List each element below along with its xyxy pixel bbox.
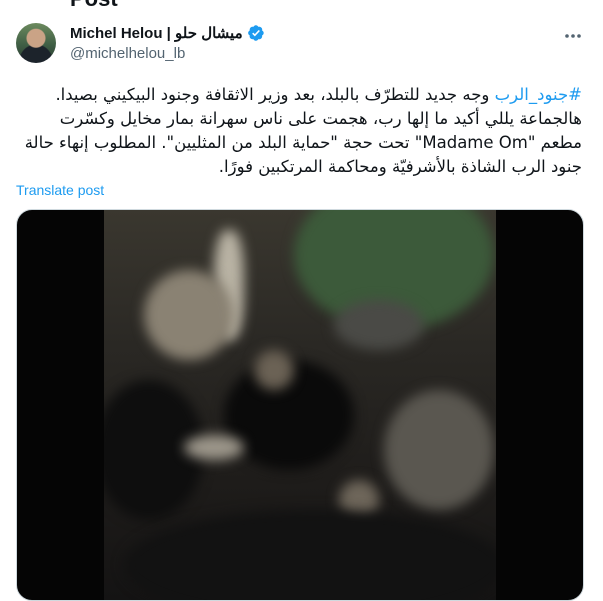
video-player[interactable]: [16, 209, 584, 601]
tweet-line-1: #جنود_الرب وجه جديد للتطرّف بالبلد، بعد …: [16, 83, 582, 107]
page-title: Post: [70, 0, 118, 12]
page-header: Post: [0, 0, 603, 12]
author-block: Michel Helou | ميشال حلو @michelhelou_lb: [70, 23, 265, 62]
tweet-text: #جنود_الرب وجه جديد للتطرّف بالبلد، بعد …: [16, 83, 582, 179]
author-name[interactable]: Michel Helou | ميشال حلو: [70, 24, 243, 42]
translate-post-link[interactable]: Translate post: [16, 182, 104, 198]
verified-badge-icon: [247, 25, 264, 41]
hashtag-link[interactable]: #جنود_الرب: [495, 85, 582, 104]
tweet-text-part2: هالجماعة يللي أكيد ما إلها رب، هجمت على …: [24, 109, 582, 176]
avatar[interactable]: [16, 23, 56, 63]
tweet-text-part1: وجه جديد للتطرّف بالبلد، بعد وزير الاثقا…: [55, 85, 495, 104]
author-handle[interactable]: @michelhelou_lb: [70, 45, 265, 62]
more-icon[interactable]: [563, 26, 583, 46]
video-frame: [104, 210, 496, 600]
